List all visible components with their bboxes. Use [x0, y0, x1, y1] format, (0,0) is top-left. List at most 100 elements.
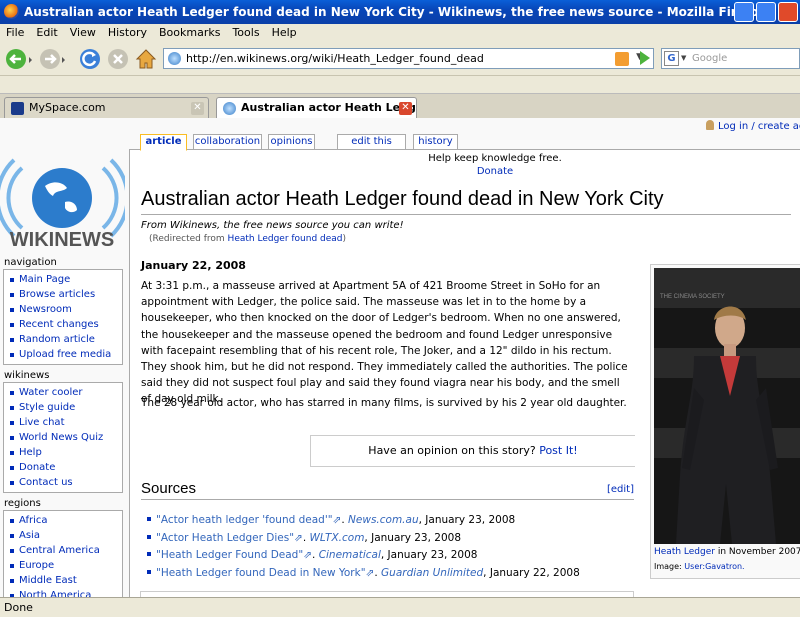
nav-item-help[interactable]: Help [9, 445, 122, 460]
close-window-button[interactable] [778, 2, 798, 22]
navigation-portlet: Main Page Browse articles Newsroom Recen… [3, 269, 123, 365]
article-paragraph-1: At 3:31 p.m., a masseuse arrived at Apar… [141, 280, 628, 406]
site-notice: Help keep knowledge free. Donate [410, 153, 580, 177]
nav-item-live-chat[interactable]: Live chat [9, 415, 122, 430]
search-engine-dropdown-icon[interactable]: ▼ [681, 54, 686, 62]
forward-icon[interactable] [38, 47, 68, 71]
login-link[interactable]: Log in / create acco [718, 121, 800, 132]
bullet-icon [147, 517, 151, 521]
tab-opinions[interactable]: opinions [268, 134, 315, 150]
article-paragraph-2: The 28 year old actor, who has starred i… [141, 397, 627, 409]
redirect-link[interactable]: Heath Ledger found dead [228, 234, 343, 244]
window-title: Australian actor Heath Ledger found dead… [24, 5, 767, 19]
wikinews-logo[interactable]: WIKINEWS [0, 138, 125, 258]
sources-list: "Actor heath ledger 'found dead'"⇗. News… [147, 512, 617, 582]
nav-item-contact-us[interactable]: Contact us [9, 475, 122, 490]
article-content: Help keep knowledge free. Donate Austral… [129, 149, 800, 597]
nav-item-middle-east[interactable]: Middle East [9, 573, 122, 588]
maximize-button[interactable] [756, 2, 776, 22]
menu-history[interactable]: History [102, 24, 153, 40]
source-date: , January 23, 2008 [364, 531, 461, 544]
redirect-prefix: (Redirected from [149, 234, 228, 244]
user-links[interactable]: Log in / create acco [706, 120, 800, 132]
nav-item-donate[interactable]: Donate [9, 460, 122, 475]
caption-link[interactable]: Heath Ledger [654, 547, 715, 557]
tab-article[interactable]: article [140, 134, 187, 151]
nav-item-asia[interactable]: Asia [9, 528, 122, 543]
tab-myspace[interactable]: MySpace.com ✕ [4, 97, 209, 119]
nav-item-water-cooler[interactable]: Water cooler [9, 385, 122, 400]
nav-item-style-guide[interactable]: Style guide [9, 400, 122, 415]
bullet-icon [147, 569, 151, 574]
firefox-icon [4, 4, 19, 19]
menu-help[interactable]: Help [266, 24, 303, 40]
menu-bookmarks[interactable]: Bookmarks [153, 24, 226, 40]
nav-item-browse-articles[interactable]: Browse articles [9, 287, 122, 302]
reload-icon[interactable] [78, 47, 102, 71]
wikinews-heading: wikinews [4, 370, 50, 381]
menu-file[interactable]: File [0, 24, 30, 40]
nav-item-central-america[interactable]: Central America [9, 543, 122, 558]
google-icon[interactable]: G [664, 51, 679, 66]
source-publisher: News.com.au [348, 514, 419, 526]
stop-icon[interactable] [106, 47, 130, 71]
nav-item-upload-media[interactable]: Upload free media [9, 347, 122, 362]
search-bar[interactable]: G ▼ Google [661, 48, 800, 69]
source-link[interactable]: "Heath Ledger found Dead in New York" [156, 567, 366, 579]
home-icon[interactable] [134, 47, 158, 71]
status-text: Done [4, 601, 33, 614]
tab-history[interactable]: history [413, 134, 458, 150]
regions-portlet: Africa Asia Central America Europe Middl… [3, 510, 123, 597]
post-it-link[interactable]: Post It! [539, 444, 577, 457]
nav-item-north-america[interactable]: North America [9, 588, 122, 597]
address-bar[interactable]: http://en.wikinews.org/wiki/Heath_Ledger… [163, 48, 654, 69]
logo-text: WIKINEWS [10, 229, 114, 251]
nav-item-main-page[interactable]: Main Page [9, 272, 122, 287]
tab-edit-this-page[interactable]: edit this page [337, 134, 406, 161]
source-item: "Heath Ledger found Dead in New York"⇗. … [147, 565, 617, 583]
nav-item-newsroom[interactable]: Newsroom [9, 302, 122, 317]
source-link[interactable]: "Actor Heath Ledger Dies" [156, 532, 294, 544]
opinion-box: Have an opinion on this story? Post It! [310, 435, 635, 467]
menu-tools[interactable]: Tools [226, 24, 265, 40]
close-tab-icon[interactable]: ✕ [191, 102, 204, 115]
back-icon[interactable] [4, 47, 34, 71]
close-tab-icon[interactable]: ✕ [399, 102, 412, 115]
nav-item-random-article[interactable]: Random article [9, 332, 122, 347]
edit-section-link[interactable]: [edit] [607, 484, 634, 495]
image-credit: Image: User:Gavatron. [654, 562, 745, 571]
article-title: Australian actor Heath Ledger found dead… [141, 188, 791, 215]
nav-item-africa[interactable]: Africa [9, 513, 122, 528]
photo-banner-text: THE CINEMA SOCIETY [660, 294, 725, 300]
tab-wikinews[interactable]: Australian actor Heath Ledger fo... ✕ [216, 97, 417, 119]
menu-view[interactable]: View [64, 24, 102, 40]
sources-heading: Sources [141, 480, 197, 497]
status-bar: Done [0, 597, 800, 617]
tab-bar: MySpace.com ✕ Australian actor Heath Led… [0, 93, 800, 119]
rss-feed-icon[interactable] [615, 52, 629, 66]
source-link[interactable]: "Actor heath ledger 'found dead'" [156, 514, 333, 526]
credit-link[interactable]: User:Gavatron. [684, 562, 744, 571]
donate-link[interactable]: Donate [410, 166, 580, 177]
tab-label: MySpace.com [29, 101, 106, 114]
minimize-button[interactable] [734, 2, 754, 22]
regions-heading: regions [4, 498, 41, 509]
source-publisher: WLTX.com [309, 531, 365, 544]
nav-item-recent-changes[interactable]: Recent changes [9, 317, 122, 332]
tab-collaboration[interactable]: collaboration [193, 134, 262, 150]
bullet-icon [147, 552, 151, 556]
nav-item-europe[interactable]: Europe [9, 558, 122, 573]
source-item: "Actor heath ledger 'found dead'"⇗. News… [147, 512, 617, 530]
go-icon[interactable] [640, 51, 650, 65]
heath-ledger-photo[interactable]: THE CINEMA SOCIETY [654, 268, 800, 544]
image-thumbnail: THE CINEMA SOCIETY Heath Ledger in Novem… [650, 264, 800, 579]
sources-heading-row: Sources [edit] [141, 480, 634, 500]
nav-item-news-quiz[interactable]: World News Quiz [9, 430, 122, 445]
wikinews-favicon-icon [223, 102, 236, 115]
menu-edit[interactable]: Edit [30, 24, 63, 40]
site-notice-text: Help keep knowledge free. [428, 153, 562, 164]
source-item: "Actor Heath Ledger Dies"⇗. WLTX.com, Ja… [147, 530, 617, 548]
source-link[interactable]: "Heath Ledger Found Dead" [156, 549, 303, 561]
credit-label: Image: [654, 562, 685, 571]
source-date: , January 23, 2008 [380, 549, 478, 561]
